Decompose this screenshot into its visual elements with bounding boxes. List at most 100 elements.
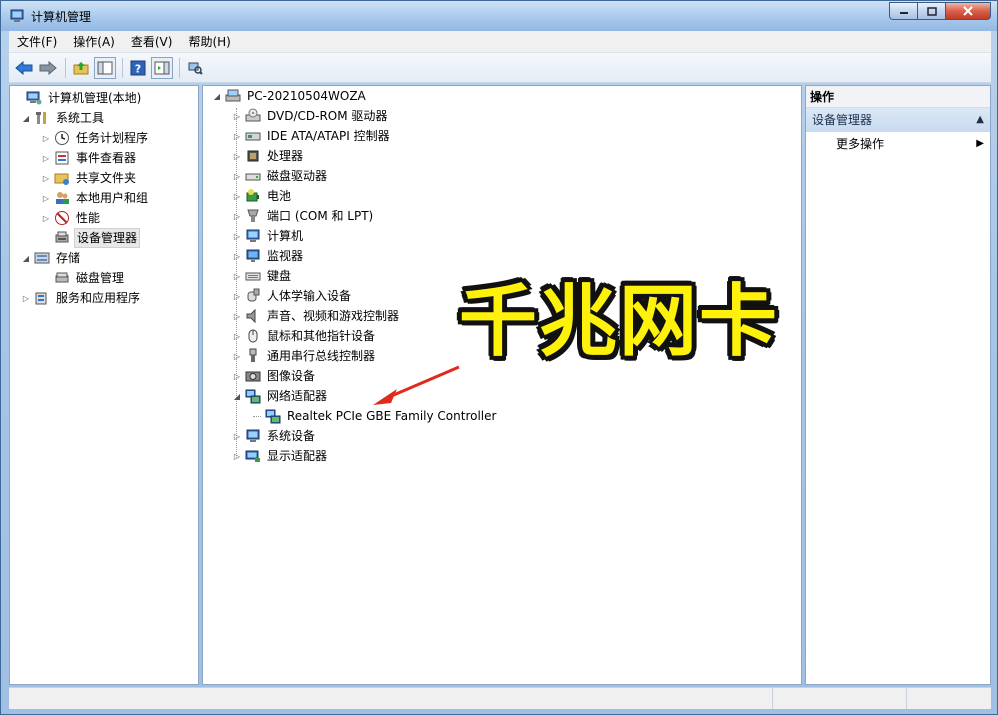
device-category-label: 鼠标和其他指针设备 (267, 329, 376, 343)
annotation-text: 千兆网卡 (459, 277, 780, 367)
show-hide-tree-button[interactable] (94, 56, 116, 79)
disk-drive-icon (245, 173, 261, 181)
collapsed-icon[interactable]: ▷ (40, 172, 52, 184)
pc-icon (225, 89, 241, 102)
expanded-icon[interactable]: ◢ (231, 390, 243, 402)
collapsed-icon[interactable]: ▷ (231, 310, 243, 322)
collapsed-icon[interactable]: ▷ (231, 190, 243, 202)
device-category-label: 系统设备 (267, 429, 316, 443)
port-icon (247, 209, 259, 222)
console-tree-pane[interactable]: 计算机管理(本地) ◢ 系统工具 ▷ 任务计划程序 ▷ 事件查看器 ▷ 共享文件夹 ▷ 本地用户和组… (9, 85, 199, 685)
menu-action[interactable]: 操作(A) (65, 31, 123, 53)
device-category[interactable]: ▷ 电池 (231, 186, 293, 206)
collapsed-icon[interactable]: ▷ (231, 270, 243, 282)
back-button[interactable] (13, 57, 35, 79)
scan-hardware-button[interactable] (184, 57, 206, 79)
collapsed-icon[interactable]: ▷ (231, 110, 243, 122)
actions-title: 操作 (806, 86, 990, 108)
device-category[interactable]: ▷ 图像设备 (231, 366, 317, 386)
device-category[interactable]: ▷ 人体学输入设备 (231, 286, 353, 306)
close-button[interactable] (945, 2, 991, 20)
computer-name-label: PC-20210504WOZA (247, 89, 366, 103)
console-tree-item[interactable]: ▷ 服务和应用程序 (20, 288, 142, 308)
collapsed-icon[interactable]: ▷ (20, 292, 32, 304)
device-category[interactable]: ▷ 显示适配器 (231, 446, 329, 466)
device-tree-root[interactable]: ◢ PC-20210504WOZA (211, 86, 368, 106)
forward-button[interactable] (37, 57, 59, 79)
collapsed-icon[interactable]: ▷ (231, 230, 243, 242)
more-actions-item[interactable]: 更多操作 (836, 134, 884, 154)
menu-bar: 文件(F) 操作(A) 查看(V) 帮助(H) (9, 31, 991, 53)
console-tree-item[interactable]: 设备管理器 (40, 228, 141, 248)
collapsed-icon[interactable]: ▷ (231, 170, 243, 182)
collapsed-icon[interactable]: ▷ (231, 450, 243, 462)
device-category[interactable]: ▷ 通用串行总线控制器 (231, 346, 377, 366)
device-category[interactable]: ▷ 键盘 (231, 266, 293, 286)
device-category-label: IDE ATA/ATAPI 控制器 (267, 129, 390, 143)
console-tree-item[interactable]: ◢ 系统工具 (20, 108, 106, 128)
device-category-label: DVD/CD-ROM 驱动器 (267, 109, 388, 123)
system-device-icon (246, 429, 260, 442)
expanded-icon[interactable]: ◢ (20, 252, 32, 264)
expanded-icon[interactable]: ◢ (20, 112, 32, 124)
collapsed-icon[interactable]: ▷ (40, 132, 52, 144)
network-adapter-icon (265, 409, 281, 424)
collapsed-icon[interactable]: ▷ (231, 290, 243, 302)
collapsed-icon[interactable]: ▷ (231, 370, 243, 382)
title-bar[interactable]: 计算机管理 (1, 1, 997, 31)
collapsed-icon[interactable]: ▷ (231, 330, 243, 342)
device-item[interactable]: Realtek PCIe GBE Family Controller (253, 406, 498, 426)
network-adapter-icon (245, 389, 261, 404)
expanded-icon[interactable]: ◢ (211, 90, 223, 102)
device-category[interactable]: ▷ 系统设备 (231, 426, 317, 446)
device-category[interactable]: ▷ 磁盘驱动器 (231, 166, 329, 186)
collapsed-icon[interactable]: ▷ (40, 192, 52, 204)
device-category[interactable]: ◢ 网络适配器 (231, 386, 329, 406)
device-category-label: 计算机 (267, 229, 304, 243)
minimize-button[interactable] (889, 2, 917, 20)
device-category[interactable]: ▷ 端口 (COM 和 LPT) (231, 206, 375, 226)
device-category-label: 声音、视频和游戏控制器 (267, 309, 400, 323)
console-tree-item[interactable]: ▷ 事件查看器 (40, 148, 138, 168)
collapsed-icon[interactable]: ▷ (231, 150, 243, 162)
device-category[interactable]: ▷ 计算机 (231, 226, 305, 246)
collapsed-icon[interactable]: ▷ (231, 210, 243, 222)
device-category-label: 处理器 (267, 149, 304, 163)
collapsed-icon[interactable]: ▷ (40, 212, 52, 224)
collapsed-icon[interactable]: ▷ (231, 250, 243, 262)
tree-guide-line (253, 415, 261, 417)
menu-file[interactable]: 文件(F) (9, 31, 65, 53)
maximize-button[interactable] (917, 2, 945, 20)
device-category[interactable]: ▷ IDE ATA/ATAPI 控制器 (231, 126, 392, 146)
collapsed-icon[interactable]: ▷ (231, 130, 243, 142)
console-tree-item[interactable]: ▷ 任务计划程序 (40, 128, 150, 148)
device-tree-pane[interactable]: ◢ PC-20210504WOZA ▷ DVD/CD-ROM 驱动器 ▷ IDE ATA/… (202, 85, 802, 685)
action-pane-button[interactable] (151, 56, 173, 79)
collapsed-icon[interactable]: ▷ (231, 430, 243, 442)
device-category[interactable]: ▷ 声音、视频和游戏控制器 (231, 306, 401, 326)
device-category[interactable]: ▷ 监视器 (231, 246, 305, 266)
toolbar-separator (122, 57, 123, 78)
device-category[interactable]: ▷ 处理器 (231, 146, 305, 166)
console-tree-item[interactable]: ▷ 共享文件夹 (40, 168, 138, 188)
collapsed-icon[interactable]: ▷ (40, 152, 52, 164)
menu-help[interactable]: 帮助(H) (180, 31, 238, 53)
tree-item-label: 磁盘管理 (76, 271, 125, 285)
collapsed-icon[interactable]: ▷ (231, 350, 243, 362)
computer-management-icon (10, 9, 24, 22)
console-tree-item[interactable]: 计算机管理(本地) (12, 88, 143, 108)
up-level-button[interactable] (70, 57, 92, 79)
console-tree-item[interactable]: ▷ 性能 (40, 208, 102, 228)
device-category[interactable]: ▷ DVD/CD-ROM 驱动器 (231, 106, 389, 126)
console-tree-item[interactable]: ▷ 本地用户和组 (40, 188, 150, 208)
menu-view[interactable]: 查看(V) (123, 31, 181, 53)
toolbar-separator (65, 57, 66, 78)
console-tree-item[interactable]: 磁盘管理 (40, 268, 126, 288)
device-category[interactable]: ▷ 鼠标和其他指针设备 (231, 326, 377, 346)
minimize-icon (899, 12, 908, 14)
battery-icon (246, 189, 259, 202)
help-button[interactable]: ? (127, 57, 149, 79)
console-tree-item[interactable]: ◢ 存储 (20, 248, 82, 268)
services-icon (35, 292, 47, 305)
actions-section-device-manager[interactable]: 设备管理器 ▲ (806, 108, 990, 132)
